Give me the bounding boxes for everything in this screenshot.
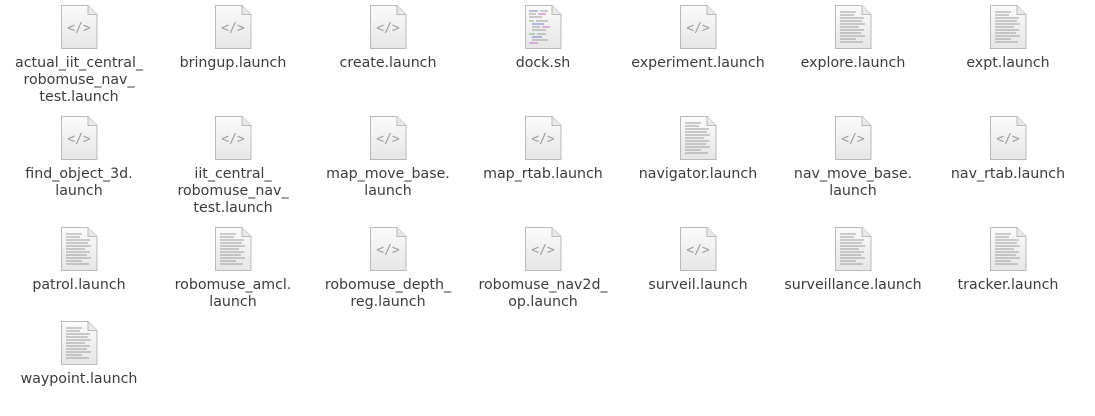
text-file-icon (989, 5, 1027, 49)
text-file-icon (989, 227, 1027, 271)
file-name: robomuse_amcl. launch (174, 277, 292, 310)
code-file-icon (524, 116, 562, 160)
text-file-icon (60, 321, 98, 365)
file-item[interactable]: map_rtab.launch (468, 116, 618, 183)
file-name: robomuse_depth_ reg.launch (324, 277, 452, 310)
file-item[interactable]: bringup.launch (158, 5, 308, 72)
file-name: map_move_base. launch (326, 166, 450, 199)
file-item[interactable]: nav_rtab.launch (933, 116, 1083, 183)
file-name: waypoint.launch (20, 371, 138, 387)
file-item[interactable]: robomuse_nav2d_ op.launch (468, 227, 618, 311)
file-item[interactable]: dock.sh (468, 5, 618, 72)
text-file-icon (679, 116, 717, 160)
file-item[interactable]: navigator.launch (623, 116, 773, 183)
file-name: nav_move_base. launch (793, 166, 913, 199)
text-file-icon (834, 5, 872, 49)
file-name: map_rtab.launch (483, 166, 603, 182)
file-name: find_object_3d. launch (25, 166, 133, 199)
file-name: iit_central_ robomuse_nav_ test.launch (177, 166, 289, 216)
script-file-icon (524, 5, 562, 49)
text-file-icon (834, 227, 872, 271)
file-name: dock.sh (515, 55, 571, 71)
code-file-icon (679, 5, 717, 49)
file-name: surveil.launch (648, 277, 748, 293)
file-name: create.launch (339, 55, 437, 71)
file-name: expt.launch (966, 55, 1050, 71)
code-file-icon (524, 227, 562, 271)
code-file-icon (214, 5, 252, 49)
file-item[interactable]: robomuse_amcl. launch (158, 227, 308, 311)
code-file-icon (369, 5, 407, 49)
file-item[interactable]: surveil.launch (623, 227, 773, 294)
code-file-icon (60, 116, 98, 160)
code-file-icon (369, 116, 407, 160)
file-item[interactable]: find_object_3d. launch (4, 116, 154, 200)
file-item[interactable]: map_move_base. launch (313, 116, 463, 200)
code-file-icon (679, 227, 717, 271)
file-item[interactable]: robomuse_depth_ reg.launch (313, 227, 463, 311)
file-name: tracker.launch (957, 277, 1059, 293)
code-file-icon (369, 227, 407, 271)
code-file-icon (60, 5, 98, 49)
text-file-icon (214, 227, 252, 271)
file-item[interactable]: experiment.launch (623, 5, 773, 72)
file-name: experiment.launch (631, 55, 765, 71)
file-item[interactable]: surveillance.launch (778, 227, 928, 294)
file-item[interactable]: nav_move_base. launch (778, 116, 928, 200)
file-name: actual_iit_central_ robomuse_nav_ test.l… (15, 55, 143, 105)
file-name: navigator.launch (638, 166, 758, 182)
file-item[interactable]: expt.launch (933, 5, 1083, 72)
file-name: nav_rtab.launch (950, 166, 1066, 182)
file-name: surveillance.launch (784, 277, 922, 293)
code-file-icon (214, 116, 252, 160)
file-name: patrol.launch (32, 277, 126, 293)
file-item[interactable]: actual_iit_central_ robomuse_nav_ test.l… (4, 5, 154, 106)
file-item[interactable]: explore.launch (778, 5, 928, 72)
file-item[interactable]: patrol.launch (4, 227, 154, 294)
text-file-icon (60, 227, 98, 271)
code-file-icon (834, 116, 872, 160)
file-item[interactable]: iit_central_ robomuse_nav_ test.launch (158, 116, 308, 217)
file-item[interactable]: tracker.launch (933, 227, 1083, 294)
code-file-icon (989, 116, 1027, 160)
file-name: explore.launch (800, 55, 906, 71)
file-item[interactable]: waypoint.launch (4, 321, 154, 388)
file-name: robomuse_nav2d_ op.launch (478, 277, 608, 310)
file-item[interactable]: create.launch (313, 5, 463, 72)
file-name: bringup.launch (179, 55, 287, 71)
